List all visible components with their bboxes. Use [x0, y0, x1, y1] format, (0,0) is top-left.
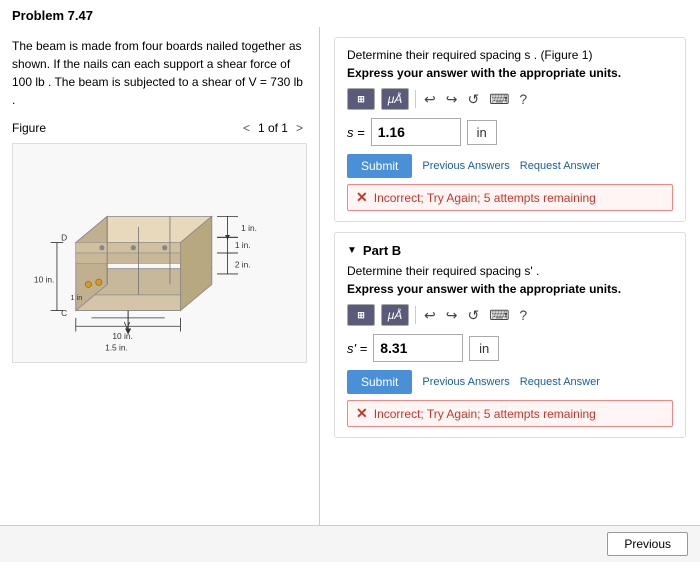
problem-header: Problem 7.47	[0, 0, 700, 27]
svg-text:D: D	[61, 232, 67, 242]
mu-btn[interactable]: μÅ	[381, 88, 409, 110]
part-a-section: Determine their required spacing s . (Fi…	[334, 37, 686, 222]
grid-icon-btn[interactable]: ⊞	[347, 88, 375, 110]
redo-icon[interactable]: ↪	[444, 89, 460, 110]
part-b-refresh-icon[interactable]: ↺	[465, 305, 481, 326]
collapse-icon[interactable]: ▼	[347, 245, 357, 256]
part-b-action-row: Submit Previous Answers Request Answer	[347, 370, 673, 394]
figure-label: Figure	[12, 121, 46, 135]
toolbar-separator	[415, 90, 416, 108]
part-a-action-row: Submit Previous Answers Request Answer	[347, 154, 673, 178]
part-b-section: ▼ Part B Determine their required spacin…	[334, 232, 686, 438]
part-a-unit: in	[467, 120, 497, 145]
beam-figure: 1 in. 1 in. 2 in. 10 in.	[12, 143, 307, 363]
svg-text:V: V	[124, 319, 131, 330]
part-b-unit: in	[469, 336, 499, 361]
part-a-answer-label: s =	[347, 125, 365, 140]
part-b-undo-icon[interactable]: ↩	[422, 305, 438, 326]
part-b-feedback-x-icon: ✕	[356, 405, 368, 422]
part-b-redo-icon[interactable]: ↪	[444, 305, 460, 326]
part-b-grid-icon-btn[interactable]: ⊞	[347, 304, 375, 326]
part-b-request-answer-link[interactable]: Request Answer	[520, 376, 600, 388]
bottom-bar: Previous	[0, 525, 700, 562]
svg-text:10 in.: 10 in.	[112, 331, 132, 341]
figure-section: Figure < 1 of 1 >	[12, 119, 307, 515]
keyboard-icon[interactable]: ⌨	[487, 89, 511, 110]
part-b-answer-row: s' = in	[347, 334, 673, 362]
previous-button[interactable]: Previous	[607, 532, 688, 556]
feedback-x-icon: ✕	[356, 189, 368, 206]
part-a-prev-answers-link[interactable]: Previous Answers	[422, 160, 509, 172]
part-b-keyboard-icon[interactable]: ⌨	[487, 305, 511, 326]
problem-description: The beam is made from four boards nailed…	[12, 37, 307, 109]
svg-text:1 in.: 1 in.	[235, 240, 251, 250]
part-b-feedback: ✕ Incorrect; Try Again; 5 attempts remai…	[347, 400, 673, 427]
part-a-instruction: Express your answer with the appropriate…	[347, 66, 673, 80]
part-b-answer-label: s' =	[347, 341, 367, 356]
part-a-request-answer-link[interactable]: Request Answer	[520, 160, 600, 172]
part-b-toolbar: ⊞ μÅ ↩ ↪ ↺ ⌨ ?	[347, 304, 673, 326]
figure-next-arrow[interactable]: >	[292, 119, 307, 137]
undo-icon[interactable]: ↩	[422, 89, 438, 110]
left-panel: The beam is made from four boards nailed…	[0, 27, 320, 525]
part-a-toolbar: ⊞ μÅ ↩ ↪ ↺ ⌨ ?	[347, 88, 673, 110]
right-panel: Determine their required spacing s . (Fi…	[320, 27, 700, 525]
part-a-intro: Determine their required spacing s . (Fi…	[347, 48, 673, 62]
part-a-submit-button[interactable]: Submit	[347, 154, 412, 178]
help-icon[interactable]: ?	[517, 89, 529, 109]
svg-text:C: C	[61, 308, 67, 318]
svg-text:1.5 in.: 1.5 in.	[105, 342, 128, 352]
part-b-input[interactable]	[373, 334, 463, 362]
part-b-instruction: Express your answer with the appropriate…	[347, 282, 673, 296]
part-b-prev-answers-link[interactable]: Previous Answers	[422, 376, 509, 388]
part-b-help-icon[interactable]: ?	[517, 305, 529, 325]
part-a-feedback: ✕ Incorrect; Try Again; 5 attempts remai…	[347, 184, 673, 211]
part-b-intro: Determine their required spacing s' .	[347, 264, 673, 278]
svg-text:1 in: 1 in	[71, 293, 83, 302]
part-a-answer-row: s = in	[347, 118, 673, 146]
figure-page: 1 of 1	[258, 121, 288, 135]
svg-text:10 in.: 10 in.	[34, 274, 54, 284]
refresh-icon[interactable]: ↺	[465, 89, 481, 110]
beam-diagram-svg: 1 in. 1 in. 2 in. 10 in.	[13, 144, 306, 362]
part-b-header: ▼ Part B	[347, 243, 673, 258]
part-b-toolbar-separator	[415, 306, 416, 324]
svg-text:2 in.: 2 in.	[235, 260, 251, 270]
part-b-submit-button[interactable]: Submit	[347, 370, 412, 394]
figure-prev-arrow[interactable]: <	[239, 119, 254, 137]
svg-text:1 in.: 1 in.	[241, 223, 257, 233]
part-a-input[interactable]	[371, 118, 461, 146]
part-b-mu-btn[interactable]: μÅ	[381, 304, 409, 326]
